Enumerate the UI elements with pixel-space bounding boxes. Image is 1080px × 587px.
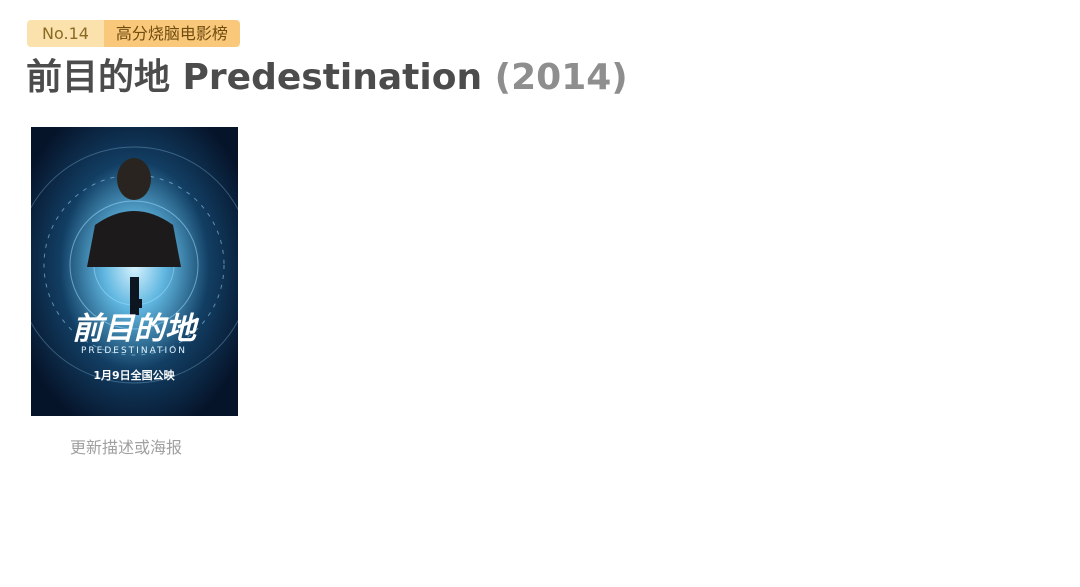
movie-title: 前目的地 Predestination xyxy=(26,57,483,98)
page-title: 前目的地 Predestination (2014) xyxy=(26,56,628,100)
rank-number: No.14 xyxy=(27,20,104,47)
ranking-badge[interactable]: No.14 高分烧脑电影榜 xyxy=(27,20,240,47)
movie-year: (2014) xyxy=(494,57,628,98)
poster-release-line: 1月9日全国公映 xyxy=(93,368,175,382)
poster-title-cn: 前目的地 xyxy=(72,311,200,347)
rank-category: 高分烧脑电影榜 xyxy=(103,20,240,47)
movie-poster[interactable]: 前目的地 PREDESTINATION 1月9日全国公映 xyxy=(31,127,238,416)
poster-title-en: PREDESTINATION xyxy=(81,346,187,356)
update-description-link[interactable]: 更新描述或海报 xyxy=(70,434,182,458)
